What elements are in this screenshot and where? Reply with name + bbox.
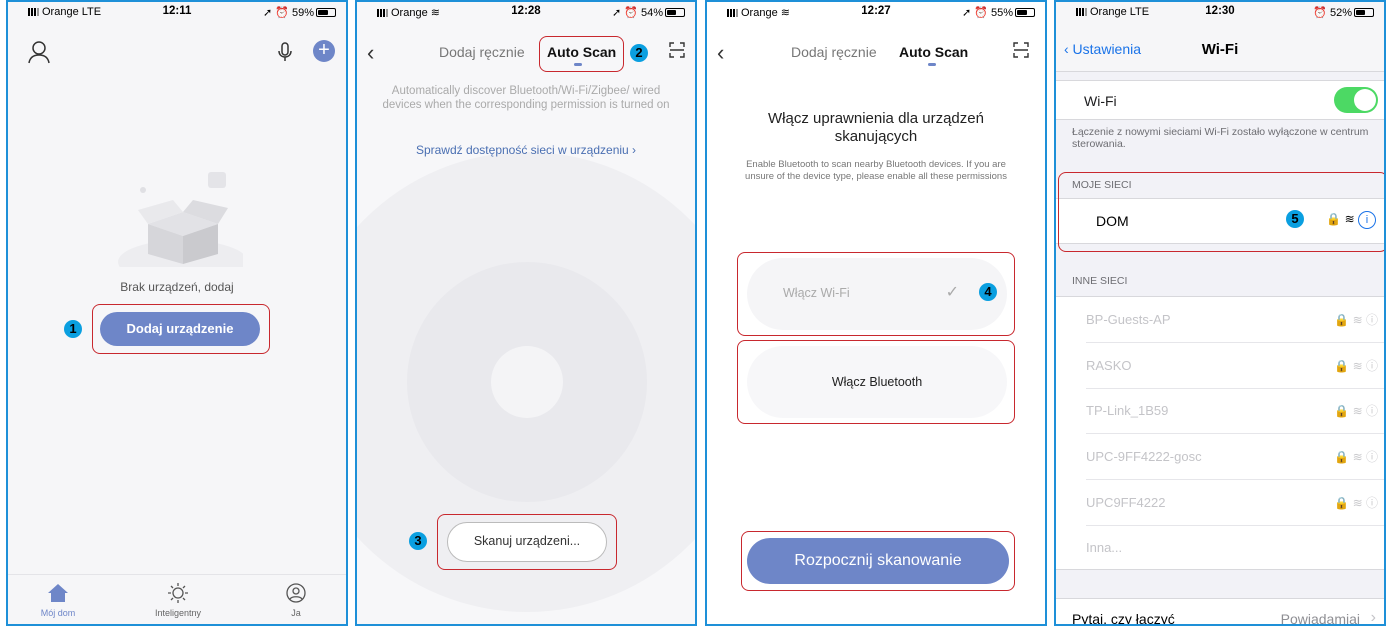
tab-indicator — [928, 63, 936, 66]
battery-icon — [1015, 8, 1035, 17]
back-icon[interactable]: ‹ — [717, 42, 724, 64]
tab-smart[interactable]: Inteligentny — [138, 583, 218, 618]
ask-to-join-label: Pytaj, czy łączyć — [1072, 611, 1175, 626]
highlight-box — [539, 36, 624, 72]
phone-screen-home: Orange LTE 12:11 ➚ ⏰ 59% + Brak urządzeń… — [6, 0, 348, 626]
navigation-bar: ‹ Ustawienia Wi-Fi — [1056, 22, 1384, 72]
tab-me[interactable]: Ja — [256, 583, 336, 618]
phone-screen-permissions: Orange ≋ 12:27 ➚ ⏰ 55% ‹ Dodaj ręcznie A… — [705, 0, 1047, 626]
scan-qr-icon[interactable] — [669, 42, 685, 58]
tab-auto-scan[interactable]: Auto Scan — [899, 44, 968, 60]
check-icon: ✓ — [945, 284, 959, 301]
wifi-label: Wi-Fi — [1084, 93, 1117, 109]
status-bar: Orange LTE 12:11 ➚ ⏰ 59% — [8, 2, 346, 22]
empty-box-illustration — [118, 172, 243, 267]
battery-percent: 59% — [291, 7, 314, 19]
status-bar: Orange ≋ 12:28 ➚ ⏰ 54% — [357, 2, 695, 22]
check-network-link[interactable]: Sprawdź dostępność sieci w urządzeniu › — [357, 143, 695, 157]
back-icon[interactable]: ‹ — [367, 42, 374, 64]
permissions-description: Enable Bluetooth to scan nearby Bluetoot… — [745, 159, 1007, 182]
status-bar: Orange ≋ 12:27 ➚ ⏰ 55% — [707, 2, 1045, 22]
phone-screen-wifi-settings: Orange LTE 12:30 ⏰ 52% ‹ Ustawienia Wi-F… — [1054, 0, 1386, 626]
network-item-icons: 🔒 ≋ ⓘ — [1334, 313, 1378, 327]
tab-home[interactable]: Mój dom — [18, 583, 98, 618]
network-item[interactable]: BP-Guests-AP — [1086, 312, 1171, 327]
user-icon — [286, 583, 306, 603]
battery-icon — [316, 8, 336, 17]
ask-to-join-row[interactable]: Pytaj, czy łączyć Powiadamiaj › — [1056, 598, 1384, 626]
empty-state-text: Brak urządzeń, dodaj — [120, 280, 234, 294]
wifi-toggle[interactable] — [1334, 87, 1378, 113]
step-marker: 3 — [409, 532, 427, 550]
add-device-button[interactable]: Dodaj urządzenie — [100, 312, 260, 346]
other-networks-header: INNE SIECI — [1072, 275, 1128, 287]
network-item[interactable]: UPC-9FF4222-gosc — [1086, 449, 1202, 464]
sun-icon — [168, 583, 188, 603]
step-marker: 2 — [630, 44, 648, 62]
step-marker: 1 — [64, 320, 82, 338]
other-networks-list: BP-Guests-AP 🔒 ≋ ⓘ RASKO 🔒 ≋ ⓘ TP-Link_1… — [1056, 296, 1384, 570]
radar-center — [491, 346, 563, 418]
battery-percent: 55% — [990, 7, 1013, 19]
enable-bluetooth-option[interactable]: Włącz Bluetooth — [747, 346, 1007, 418]
tab-manual-add[interactable]: Dodaj ręcznie — [791, 44, 877, 60]
phone-screen-auto-scan: Orange ≋ 12:28 ➚ ⏰ 54% ‹ Dodaj ręcznie A… — [355, 0, 697, 626]
battery-percent: 54% — [640, 7, 663, 19]
bottom-tab-bar: Mój dom Inteligentny Ja — [8, 574, 346, 624]
network-item[interactable]: UPC9FF4222 — [1086, 495, 1165, 510]
microphone-icon[interactable] — [278, 42, 292, 62]
add-icon[interactable]: + — [313, 40, 335, 62]
network-item[interactable]: RASKO — [1086, 358, 1132, 373]
network-item-icons: 🔒 ≋ ⓘ — [1334, 404, 1378, 418]
permissions-title: Włącz uprawnienia dla urządzeń skanujący… — [768, 110, 984, 145]
chevron-right-icon: › — [1370, 609, 1376, 626]
network-item-other[interactable]: Inna... — [1086, 540, 1122, 555]
status-bar: Orange LTE 12:30 ⏰ 52% — [1056, 2, 1384, 22]
enable-bluetooth-label: Włącz Bluetooth — [831, 375, 923, 389]
enable-wifi-label: Włącz Wi-Fi — [783, 286, 850, 300]
network-item-icons: 🔒 ≋ ⓘ — [1334, 359, 1378, 373]
scan-devices-button[interactable]: Skanuj urządzeni... — [447, 522, 607, 562]
battery-icon — [1354, 8, 1374, 17]
battery-icon — [665, 8, 685, 17]
step-marker: 5 — [1286, 210, 1304, 228]
battery-percent: 52% — [1329, 7, 1352, 19]
highlight-box — [1058, 172, 1384, 252]
page-title: Wi-Fi — [1201, 41, 1239, 58]
screenshot-collage: Orange LTE 12:11 ➚ ⏰ 59% + Brak urządzeń… — [0, 0, 1386, 626]
scan-qr-icon[interactable] — [1013, 42, 1029, 58]
user-profile-icon[interactable] — [28, 40, 50, 64]
auto-scan-description: Automatically discover Bluetooth/Wi-Fi/Z… — [382, 85, 670, 111]
network-item-icons: 🔒 ≋ ⓘ — [1334, 496, 1378, 510]
network-item[interactable]: TP-Link_1B59 — [1086, 403, 1168, 418]
wifi-toggle-row: Wi-Fi — [1056, 80, 1384, 120]
tab-manual-add[interactable]: Dodaj ręcznie — [439, 44, 525, 60]
step-marker: 4 — [979, 283, 997, 301]
start-scan-button[interactable]: Rozpocznij skanowanie — [747, 538, 1009, 584]
enable-wifi-option[interactable]: Włącz Wi-Fi ✓ — [747, 258, 1007, 330]
home-icon — [48, 584, 68, 602]
wifi-note: Łączenie z nowymi sieciami Wi-Fi zostało… — [1072, 126, 1369, 150]
network-item-icons: 🔒 ≋ ⓘ — [1334, 450, 1378, 464]
ask-to-join-value: Powiadamiaj — [1280, 611, 1360, 626]
